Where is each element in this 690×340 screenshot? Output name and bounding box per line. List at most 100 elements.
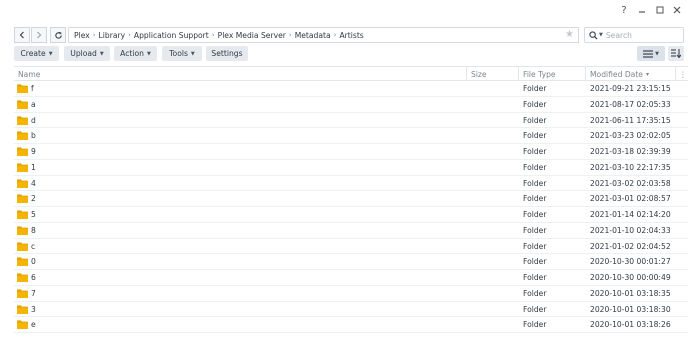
- table-row[interactable]: 7 Folder 2020-10-01 03:18:35: [14, 286, 688, 302]
- chevron-left-icon: [19, 31, 24, 39]
- file-type: Folder: [523, 273, 547, 282]
- search-icon: [589, 30, 598, 40]
- file-name: 0: [31, 257, 36, 267]
- search-box[interactable]: ▼: [584, 27, 684, 43]
- column-header-type-label: File Type: [523, 69, 556, 79]
- file-name: 9: [31, 147, 36, 156]
- file-type: Folder: [523, 147, 547, 156]
- file-type: Folder: [523, 210, 547, 219]
- maximize-button[interactable]: [654, 3, 666, 17]
- modified-date: 2021-03-18 02:39:39: [590, 147, 671, 156]
- sort-descending-icon: ▾: [645, 70, 649, 78]
- file-name: 6: [31, 273, 36, 282]
- table-row[interactable]: 5 Folder 2021-01-14 02:14:20: [14, 207, 688, 223]
- folder-icon: [17, 194, 28, 204]
- folder-icon: [17, 100, 28, 109]
- search-options-chevron-icon[interactable]: ▼: [599, 32, 603, 38]
- breadcrumb-item[interactable]: Artists: [339, 31, 363, 40]
- path-bar[interactable]: Plex › Library › Application Support › P…: [68, 27, 579, 43]
- table-row[interactable]: 2 Folder 2021-03-01 02:08:57: [14, 191, 688, 207]
- breadcrumb-separator-icon: ›: [128, 31, 131, 39]
- folder-icon: [17, 226, 28, 235]
- sort-button[interactable]: [668, 46, 684, 61]
- column-options-button[interactable]: ⋮: [675, 67, 688, 81]
- file-type: Folder: [523, 320, 547, 330]
- table-row[interactable]: 8 Folder 2021-01-10 02:04:33: [14, 223, 688, 239]
- column-header-size[interactable]: Size: [466, 67, 518, 81]
- column-header-modified[interactable]: Modified Date ▾: [585, 67, 675, 81]
- column-header-type[interactable]: File Type: [518, 67, 585, 81]
- folder-icon: [17, 163, 28, 172]
- file-type: Folder: [523, 257, 547, 267]
- close-button[interactable]: [671, 3, 683, 17]
- forward-button[interactable]: [31, 27, 47, 43]
- tools-button[interactable]: Tools ▼: [162, 46, 202, 61]
- table-row[interactable]: 3 Folder 2020-10-01 03:18:30: [14, 302, 688, 318]
- folder-icon: [17, 241, 28, 251]
- file-type: Folder: [523, 241, 547, 251]
- modified-date: 2021-01-14 02:14:20: [590, 210, 671, 219]
- modified-date: 2021-01-02 02:04:52: [590, 241, 671, 251]
- action-label: Action: [120, 49, 144, 58]
- table-row[interactable]: f Folder 2021-09-21 23:15:15: [14, 81, 688, 97]
- table-row[interactable]: c Folder 2021-01-02 02:04:52: [14, 239, 688, 255]
- search-input[interactable]: [605, 30, 680, 40]
- more-icon: ⋮: [679, 69, 687, 79]
- table-row[interactable]: e Folder 2020-10-01 03:18:26: [14, 317, 688, 333]
- settings-button[interactable]: Settings: [206, 46, 248, 61]
- table-row[interactable]: 4 Folder 2021-03-02 02:03:58: [14, 176, 688, 192]
- file-name: c: [31, 241, 36, 251]
- upload-label: Upload: [70, 49, 97, 58]
- file-name: 3: [31, 304, 36, 314]
- table-row[interactable]: 9 Folder 2021-03-18 02:39:39: [14, 144, 688, 160]
- folder-icon: [17, 273, 28, 282]
- folder-icon: [17, 289, 28, 298]
- table-row[interactable]: 6 Folder 2020-10-30 00:00:49: [14, 270, 688, 286]
- help-button[interactable]: ?: [618, 3, 630, 17]
- file-name: a: [31, 99, 36, 109]
- file-name: f: [31, 84, 34, 93]
- folder-icon: [17, 115, 28, 125]
- file-type: Folder: [523, 304, 547, 314]
- modified-date: 2020-10-01 03:18:35: [590, 288, 671, 298]
- table-row[interactable]: a Folder 2021-08-17 02:05:33: [14, 97, 688, 113]
- breadcrumb-item[interactable]: Library: [99, 31, 126, 40]
- action-button[interactable]: Action ▼: [114, 46, 157, 61]
- file-type: Folder: [523, 131, 547, 141]
- tools-label: Tools: [169, 49, 188, 58]
- table-row[interactable]: d Folder 2021-06-11 17:35:15: [14, 113, 688, 129]
- refresh-button[interactable]: [50, 27, 66, 43]
- folder-icon: [17, 131, 28, 141]
- back-button[interactable]: [14, 27, 30, 43]
- breadcrumb-item[interactable]: Application Support: [134, 31, 209, 40]
- folder-icon: [17, 84, 28, 93]
- column-header-name[interactable]: Name: [14, 67, 466, 81]
- create-button[interactable]: Create ▼: [14, 46, 59, 61]
- breadcrumb-item[interactable]: Metadata: [295, 31, 331, 40]
- file-name: 4: [31, 178, 36, 188]
- refresh-icon: [54, 31, 62, 39]
- chevron-down-icon: ▼: [48, 50, 53, 57]
- breadcrumb-item[interactable]: Plex: [74, 31, 90, 40]
- chevron-down-icon: ▼: [146, 50, 151, 57]
- folder-icon: [17, 257, 28, 267]
- chevron-down-icon: ▼: [190, 50, 195, 57]
- table-header: Name Size File Type Modified Date ▾ ⋮: [14, 66, 688, 81]
- minimize-button[interactable]: [636, 3, 648, 17]
- file-name: b: [31, 131, 36, 141]
- settings-label: Settings: [211, 49, 243, 58]
- list-view-button[interactable]: ▼: [637, 46, 665, 61]
- table-row[interactable]: 1 Folder 2021-03-10 22:17:35: [14, 160, 688, 176]
- favorite-star-icon[interactable]: ★: [565, 30, 574, 40]
- upload-button[interactable]: Upload ▼: [64, 46, 110, 61]
- column-header-name-label: Name: [18, 69, 41, 79]
- table-row[interactable]: 0 Folder 2020-10-30 00:01:27: [14, 254, 688, 270]
- breadcrumb-item[interactable]: Plex Media Server: [218, 31, 286, 40]
- chevron-down-icon: ▼: [655, 50, 659, 57]
- modified-date: 2021-06-11 17:35:15: [590, 115, 671, 125]
- modified-date: 2021-03-01 02:08:57: [590, 194, 671, 204]
- modified-date: 2020-10-30 00:00:49: [590, 273, 671, 282]
- folder-icon: [17, 320, 28, 330]
- table-row[interactable]: b Folder 2021-03-23 02:02:05: [14, 128, 688, 144]
- minimize-icon: [639, 11, 645, 13]
